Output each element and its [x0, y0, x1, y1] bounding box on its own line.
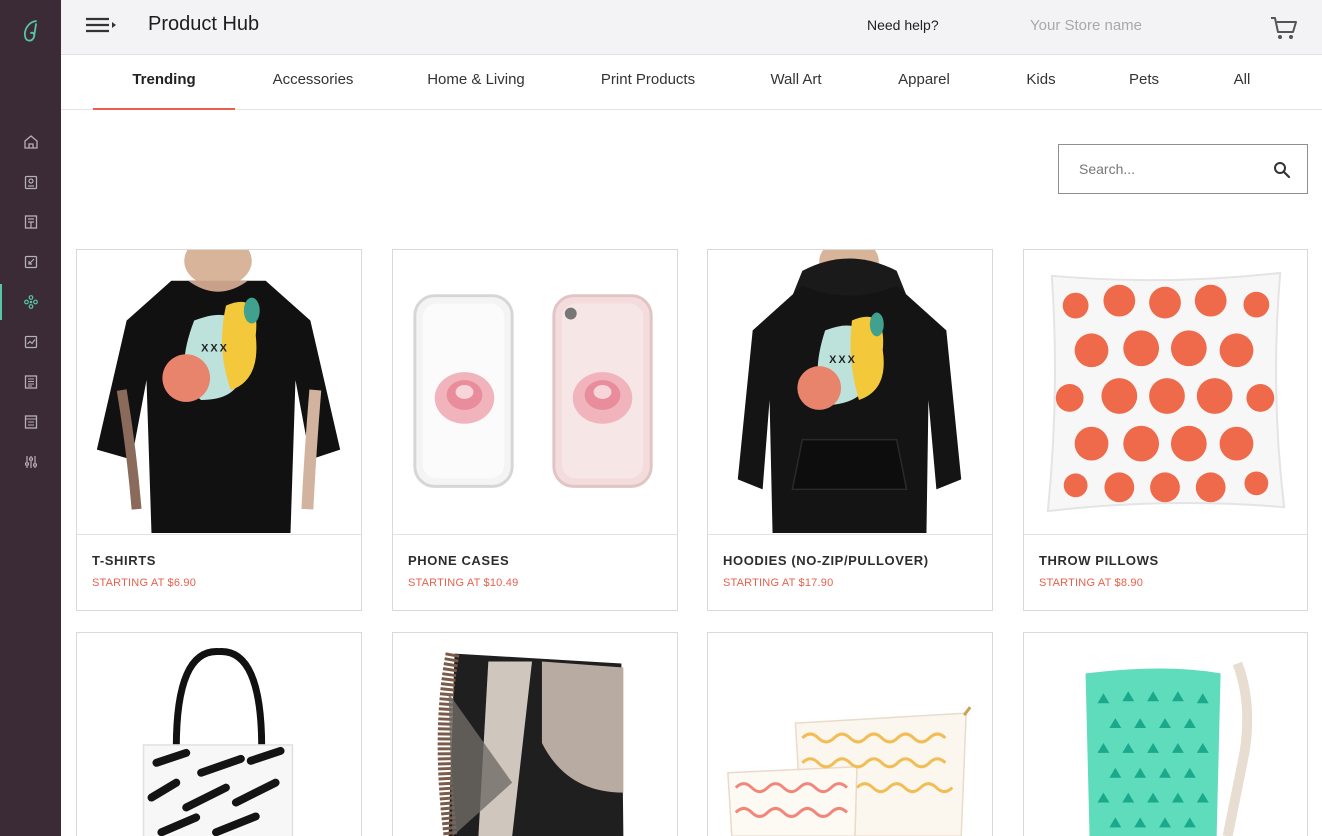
catalog-icon [24, 375, 37, 389]
tab-home-living[interactable]: Home & Living [416, 55, 536, 110]
sidebar-item-home[interactable] [0, 122, 61, 162]
settings-sliders-icon [24, 456, 37, 468]
analytics-icon [24, 335, 37, 349]
product-card-laundry-bags[interactable] [1023, 632, 1308, 836]
product-card-tshirts[interactable]: XXX T-SHIRTS STARTING AT $6.90 [76, 249, 362, 611]
tab-apparel[interactable]: Apparel [889, 55, 959, 110]
product-image: XXX [77, 250, 361, 534]
svg-text:XXX: XXX [829, 354, 857, 366]
svg-text:XXX: XXX [201, 342, 229, 354]
blanket-image [393, 633, 677, 836]
product-price: STARTING AT $6.90 [92, 577, 197, 589]
billing-icon [24, 415, 37, 429]
product-image [1024, 633, 1307, 836]
top-header: Product Hub Need help? Your Store name [61, 0, 1322, 55]
phone-cases-image [393, 250, 677, 534]
tab-wall-art[interactable]: Wall Art [761, 55, 831, 110]
brand-logo[interactable] [0, 0, 61, 64]
home-icon [23, 135, 38, 149]
sidebar [0, 0, 61, 836]
tab-pets[interactable]: Pets [1119, 55, 1169, 110]
pouch-image [708, 633, 992, 836]
product-hub-icon [23, 295, 38, 309]
sidebar-item-analytics[interactable] [0, 322, 61, 362]
cart-button[interactable] [1269, 14, 1299, 42]
tab-all[interactable]: All [1222, 55, 1262, 110]
product-name: HOODIES (NO-ZIP/PULLOVER) [723, 553, 929, 568]
menu-toggle-button[interactable] [85, 14, 119, 38]
search-input[interactable] [1079, 159, 1269, 179]
search-box [1058, 144, 1308, 194]
product-card-blankets[interactable] [392, 632, 678, 836]
sidebar-item-catalog[interactable] [0, 362, 61, 402]
product-image: XXX [708, 250, 992, 534]
help-link[interactable]: Need help? [867, 17, 939, 33]
sidebar-item-orders[interactable] [0, 162, 61, 202]
product-card-throw-pillows[interactable]: THROW PILLOWS STARTING AT $8.90 [1023, 249, 1308, 611]
product-name: PHONE CASES [408, 553, 510, 568]
sidebar-item-import[interactable] [0, 242, 61, 282]
product-image [393, 250, 677, 534]
tab-kids[interactable]: Kids [1016, 55, 1066, 110]
tab-accessories[interactable]: Accessories [263, 55, 363, 110]
tab-trending[interactable]: Trending [93, 55, 235, 110]
sidebar-item-billing[interactable] [0, 402, 61, 442]
sidebar-item-documents[interactable] [0, 202, 61, 242]
product-card-phone-cases[interactable]: PHONE CASES STARTING AT $10.49 [392, 249, 678, 611]
product-price: STARTING AT $10.49 [408, 577, 519, 589]
product-name: THROW PILLOWS [1039, 553, 1159, 568]
cart-icon [1271, 17, 1297, 39]
product-card-pouches[interactable] [707, 632, 993, 836]
product-image [393, 633, 677, 836]
tshirt-image: XXX [77, 250, 361, 534]
logo-icon [23, 20, 37, 42]
product-price: STARTING AT $8.90 [1039, 577, 1144, 589]
product-image [1024, 250, 1307, 534]
hoodie-image: XXX [708, 250, 992, 534]
laundry-bag-image [1024, 633, 1307, 836]
sidebar-item-product-hub[interactable] [0, 282, 61, 322]
product-info: THROW PILLOWS STARTING AT $8.90 [1024, 534, 1307, 610]
product-info: PHONE CASES STARTING AT $10.49 [393, 534, 677, 610]
tab-print-products[interactable]: Print Products [588, 55, 708, 110]
document-icon [24, 215, 37, 229]
sidebar-item-settings[interactable] [0, 442, 61, 482]
product-info: HOODIES (NO-ZIP/PULLOVER) STARTING AT $1… [708, 534, 992, 610]
pillow-image [1024, 250, 1307, 534]
store-name[interactable]: Your Store name [1030, 17, 1142, 34]
product-price: STARTING AT $17.90 [723, 577, 834, 589]
category-tabs: Trending Accessories Home & Living Print… [61, 55, 1322, 110]
orders-icon [24, 175, 37, 190]
hamburger-icon [86, 17, 116, 33]
import-icon [24, 255, 37, 269]
search-icon[interactable] [1273, 161, 1291, 179]
product-image [77, 633, 361, 836]
tote-bag-image [77, 633, 361, 836]
product-info: T-SHIRTS STARTING AT $6.90 [77, 534, 361, 610]
page-title: Product Hub [148, 13, 260, 35]
product-image [708, 633, 992, 836]
product-name: T-SHIRTS [92, 553, 157, 568]
product-card-tote-bags[interactable] [76, 632, 362, 836]
product-card-hoodies[interactable]: XXX HOODIES (NO-ZIP/PULLOVER) STARTING A… [707, 249, 993, 611]
